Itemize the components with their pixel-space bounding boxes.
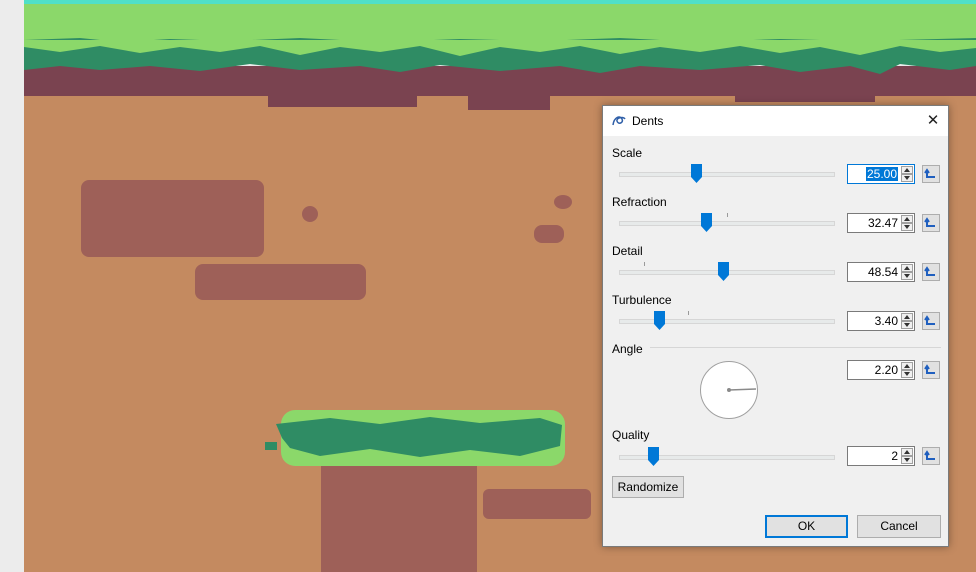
turbulence-field[interactable]: 3.40 xyxy=(847,311,915,331)
scale-slider-thumb[interactable] xyxy=(690,164,702,183)
dirt-patch xyxy=(195,264,366,300)
turbulence-default-tick xyxy=(688,311,689,315)
turbulence-label: Turbulence xyxy=(612,293,672,307)
angle-label: Angle xyxy=(612,342,643,356)
refraction-label: Refraction xyxy=(612,195,667,209)
cancel-button[interactable]: Cancel xyxy=(857,515,941,538)
detail-field[interactable]: 48.54 xyxy=(847,262,915,282)
dialog-title: Dents xyxy=(632,114,664,128)
platform-trunk xyxy=(321,460,477,572)
refraction-slider-thumb[interactable] xyxy=(701,213,713,232)
angle-dial-needle xyxy=(727,388,757,392)
turbulence-value: 3.40 xyxy=(874,314,898,328)
soil-drip xyxy=(468,90,550,110)
dents-effect-icon xyxy=(612,116,626,126)
quality-increment[interactable] xyxy=(901,448,913,456)
quality-label: Quality xyxy=(612,428,650,442)
dirt-spot xyxy=(554,195,572,209)
quality-value: 2 xyxy=(891,449,898,463)
scale-label: Scale xyxy=(612,146,643,160)
scale-increment[interactable] xyxy=(901,166,913,174)
close-button[interactable]: ✕ xyxy=(918,106,948,136)
scale-decrement[interactable] xyxy=(901,174,913,182)
dirt-spot xyxy=(534,225,564,243)
scale-slider-track[interactable] xyxy=(619,172,835,177)
refraction-decrement[interactable] xyxy=(901,223,913,231)
ok-button[interactable]: OK xyxy=(765,515,848,538)
turbulence-increment[interactable] xyxy=(901,313,913,321)
detail-value: 48.54 xyxy=(867,265,898,279)
dents-dialog: Dents ✕ Scale 25.00 Refraction 32.47 Det… xyxy=(602,105,949,547)
detail-increment[interactable] xyxy=(901,264,913,272)
reset-icon xyxy=(924,364,935,374)
refraction-default-tick xyxy=(727,213,728,217)
close-icon: ✕ xyxy=(926,112,940,129)
quality-slider-thumb[interactable] xyxy=(647,447,659,466)
soil-drip xyxy=(268,90,417,107)
angle-increment[interactable] xyxy=(901,362,913,370)
soil-drip xyxy=(735,90,875,102)
detail-label: Detail xyxy=(612,244,643,258)
dialog-titlebar[interactable]: Dents ✕ xyxy=(603,106,948,136)
dirt-spot xyxy=(302,206,318,222)
quality-decrement[interactable] xyxy=(901,456,913,464)
quality-field[interactable]: 2 xyxy=(847,446,915,466)
turbulence-decrement[interactable] xyxy=(901,321,913,329)
refraction-reset-button[interactable] xyxy=(922,214,940,232)
reset-icon xyxy=(924,266,935,276)
dirt-patch xyxy=(81,180,264,257)
reset-icon xyxy=(924,217,935,227)
quality-reset-button[interactable] xyxy=(922,447,940,465)
refraction-increment[interactable] xyxy=(901,215,913,223)
sky-strip xyxy=(24,0,976,4)
refraction-value: 32.47 xyxy=(867,216,898,230)
scale-value: 25.00 xyxy=(865,167,898,181)
scale-reset-button[interactable] xyxy=(922,165,940,183)
refraction-field[interactable]: 32.47 xyxy=(847,213,915,233)
angle-dial[interactable] xyxy=(700,361,758,419)
grass-top xyxy=(24,4,976,42)
detail-default-tick xyxy=(644,262,645,266)
detail-slider-thumb[interactable] xyxy=(718,262,730,281)
refraction-slider-track[interactable] xyxy=(619,221,835,226)
detail-decrement[interactable] xyxy=(901,272,913,280)
turbulence-reset-button[interactable] xyxy=(922,312,940,330)
detail-reset-button[interactable] xyxy=(922,263,940,281)
dirt-patch xyxy=(483,489,591,519)
platform-grass xyxy=(265,442,277,450)
turbulence-slider-track[interactable] xyxy=(619,319,835,324)
angle-reset-button[interactable] xyxy=(922,361,940,379)
platform-grass xyxy=(276,417,562,457)
angle-separator xyxy=(650,347,941,348)
randomize-button[interactable]: Randomize xyxy=(612,476,684,498)
reset-icon xyxy=(924,315,935,325)
dirt-edge xyxy=(950,318,976,418)
angle-field[interactable]: 2.20 xyxy=(847,360,915,380)
angle-decrement[interactable] xyxy=(901,370,913,378)
reset-icon xyxy=(924,168,935,178)
angle-value: 2.20 xyxy=(874,363,898,377)
turbulence-slider-thumb[interactable] xyxy=(654,311,666,330)
scale-field[interactable]: 25.00 xyxy=(847,164,915,184)
reset-icon xyxy=(924,450,935,460)
